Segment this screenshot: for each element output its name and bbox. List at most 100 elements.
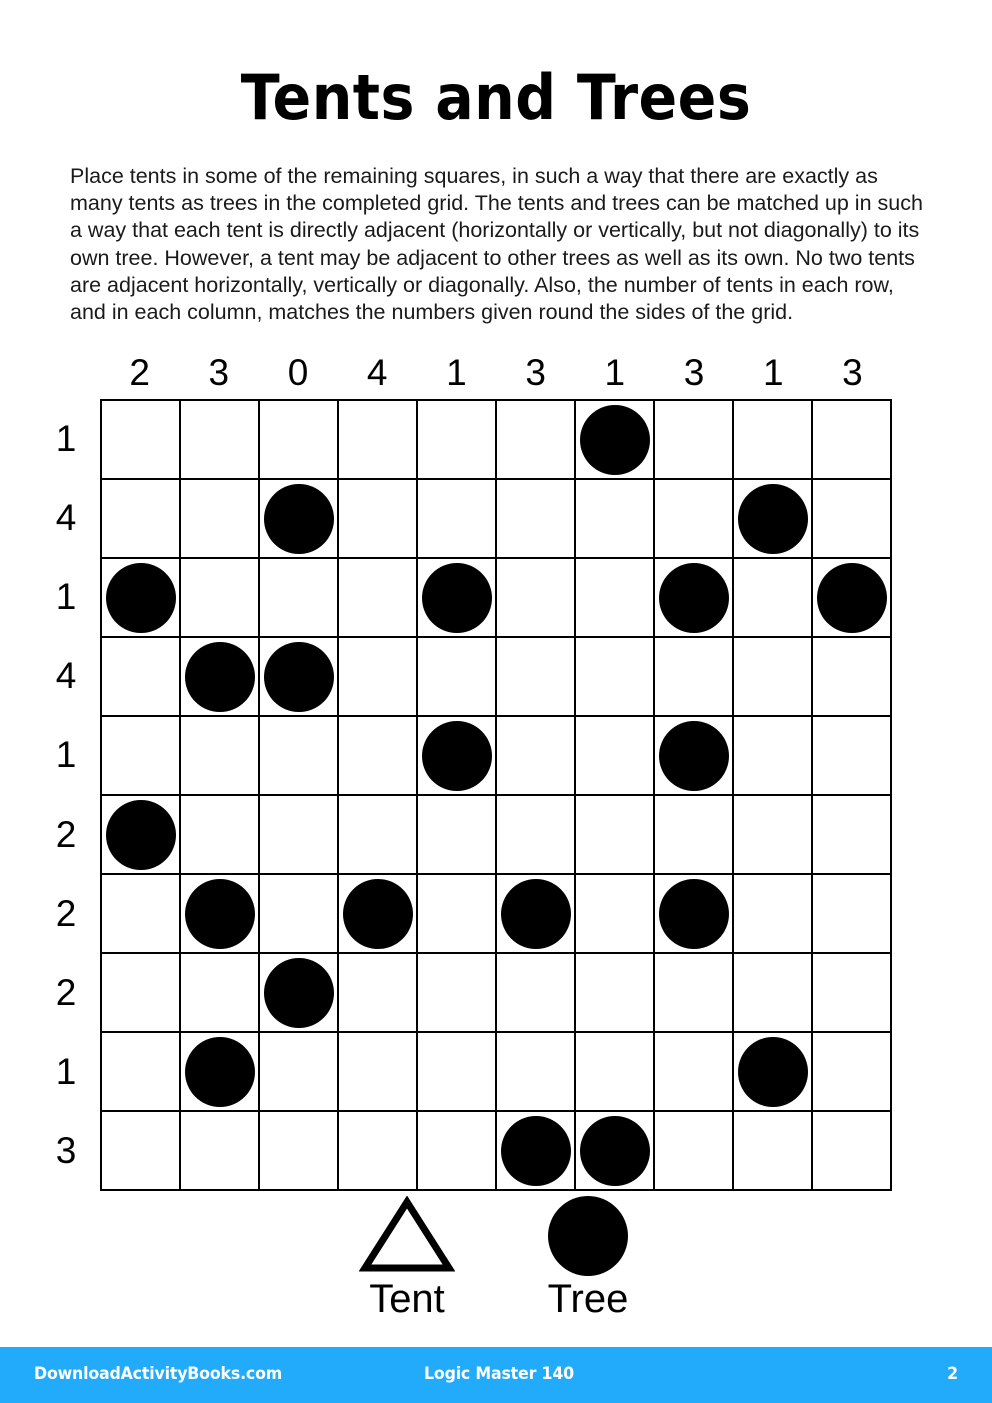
grid-cell-empty[interactable] <box>102 638 181 717</box>
grid-cell-empty[interactable] <box>260 559 339 638</box>
grid-cell-empty[interactable] <box>181 717 260 796</box>
grid-cell-empty[interactable] <box>576 638 655 717</box>
grid-cell-empty[interactable] <box>734 875 813 954</box>
grid-cell-empty[interactable] <box>260 796 339 875</box>
grid-cell-empty[interactable] <box>813 401 892 480</box>
grid-cell-empty[interactable] <box>576 1033 655 1112</box>
grid-cell-empty[interactable] <box>655 638 734 717</box>
grid-cell-empty[interactable] <box>260 1033 339 1112</box>
grid-cell-empty[interactable] <box>655 1112 734 1191</box>
grid-cell-tree[interactable] <box>418 717 497 796</box>
grid-cell-empty[interactable] <box>734 1112 813 1191</box>
grid-cell-tree[interactable] <box>576 401 655 480</box>
grid-cell-empty[interactable] <box>102 1112 181 1191</box>
grid-cell-empty[interactable] <box>339 954 418 1033</box>
grid-cell-empty[interactable] <box>497 401 576 480</box>
grid-cell-empty[interactable] <box>813 717 892 796</box>
grid-cell-empty[interactable] <box>418 480 497 559</box>
grid-cell-empty[interactable] <box>576 717 655 796</box>
grid-cell-empty[interactable] <box>813 954 892 1033</box>
grid-cell-tree[interactable] <box>181 875 260 954</box>
grid-cell-empty[interactable] <box>339 401 418 480</box>
grid-cell-empty[interactable] <box>181 1112 260 1191</box>
grid-cell-empty[interactable] <box>260 717 339 796</box>
grid-cell-empty[interactable] <box>339 559 418 638</box>
grid-cell-empty[interactable] <box>102 401 181 480</box>
grid-cell-empty[interactable] <box>260 1112 339 1191</box>
grid-cell-empty[interactable] <box>734 717 813 796</box>
grid-cell-empty[interactable] <box>418 875 497 954</box>
grid-cell-tree[interactable] <box>102 559 181 638</box>
grid-cell-empty[interactable] <box>655 401 734 480</box>
grid-cell-empty[interactable] <box>576 875 655 954</box>
grid-cell-empty[interactable] <box>655 1033 734 1112</box>
grid-cell-empty[interactable] <box>339 1112 418 1191</box>
grid-cell-empty[interactable] <box>339 796 418 875</box>
grid-cell-empty[interactable] <box>734 638 813 717</box>
grid-cell-empty[interactable] <box>497 954 576 1033</box>
grid-cell-empty[interactable] <box>734 954 813 1033</box>
grid-cell-empty[interactable] <box>655 954 734 1033</box>
grid-cell-empty[interactable] <box>813 480 892 559</box>
grid-cell-empty[interactable] <box>813 796 892 875</box>
grid-cell-empty[interactable] <box>181 954 260 1033</box>
grid-cell-empty[interactable] <box>418 1033 497 1112</box>
grid-cell-empty[interactable] <box>813 1033 892 1112</box>
grid-cell-empty[interactable] <box>339 717 418 796</box>
grid-cell-empty[interactable] <box>734 559 813 638</box>
grid-cell-empty[interactable] <box>418 954 497 1033</box>
grid-cell-tree[interactable] <box>734 1033 813 1112</box>
grid-cell-empty[interactable] <box>418 401 497 480</box>
grid-cell-empty[interactable] <box>102 717 181 796</box>
grid-cell-empty[interactable] <box>813 875 892 954</box>
grid-cell-empty[interactable] <box>576 954 655 1033</box>
grid-cell-empty[interactable] <box>339 1033 418 1112</box>
grid-cell-empty[interactable] <box>497 638 576 717</box>
grid-cell-tree[interactable] <box>576 1112 655 1191</box>
grid-cell-empty[interactable] <box>734 401 813 480</box>
grid-cell-empty[interactable] <box>576 480 655 559</box>
grid-cell-empty[interactable] <box>497 480 576 559</box>
grid-cell-empty[interactable] <box>813 638 892 717</box>
grid-cell-empty[interactable] <box>181 401 260 480</box>
grid-cell-tree[interactable] <box>102 796 181 875</box>
grid-cell-empty[interactable] <box>418 638 497 717</box>
grid-cell-tree[interactable] <box>497 1112 576 1191</box>
grid-cell-tree[interactable] <box>655 717 734 796</box>
grid-cell-empty[interactable] <box>181 559 260 638</box>
grid-cell-empty[interactable] <box>339 638 418 717</box>
grid-cell-tree[interactable] <box>655 875 734 954</box>
grid-cell-empty[interactable] <box>576 796 655 875</box>
grid-cell-tree[interactable] <box>497 875 576 954</box>
grid-cell-empty[interactable] <box>102 875 181 954</box>
puzzle-grid[interactable] <box>100 399 892 1191</box>
grid-cell-tree[interactable] <box>181 1033 260 1112</box>
grid-cell-empty[interactable] <box>734 796 813 875</box>
grid-cell-empty[interactable] <box>102 1033 181 1112</box>
grid-cell-empty[interactable] <box>181 796 260 875</box>
grid-cell-tree[interactable] <box>260 480 339 559</box>
grid-cell-tree[interactable] <box>813 559 892 638</box>
grid-cell-empty[interactable] <box>418 796 497 875</box>
grid-cell-tree[interactable] <box>339 875 418 954</box>
grid-cell-empty[interactable] <box>260 875 339 954</box>
grid-cell-tree[interactable] <box>655 559 734 638</box>
grid-cell-empty[interactable] <box>497 559 576 638</box>
grid-cell-tree[interactable] <box>181 638 260 717</box>
grid-cell-empty[interactable] <box>576 559 655 638</box>
grid-cell-empty[interactable] <box>497 717 576 796</box>
grid-cell-empty[interactable] <box>181 480 260 559</box>
grid-cell-empty[interactable] <box>497 1033 576 1112</box>
grid-cell-tree[interactable] <box>734 480 813 559</box>
grid-cell-empty[interactable] <box>655 480 734 559</box>
grid-cell-empty[interactable] <box>418 1112 497 1191</box>
grid-cell-empty[interactable] <box>102 954 181 1033</box>
grid-cell-empty[interactable] <box>497 796 576 875</box>
footer-site-link[interactable]: DownloadActivityBooks.com <box>34 1363 282 1385</box>
grid-cell-empty[interactable] <box>339 480 418 559</box>
grid-cell-tree[interactable] <box>418 559 497 638</box>
grid-cell-empty[interactable] <box>260 401 339 480</box>
grid-cell-tree[interactable] <box>260 638 339 717</box>
grid-cell-empty[interactable] <box>655 796 734 875</box>
grid-cell-empty[interactable] <box>813 1112 892 1191</box>
